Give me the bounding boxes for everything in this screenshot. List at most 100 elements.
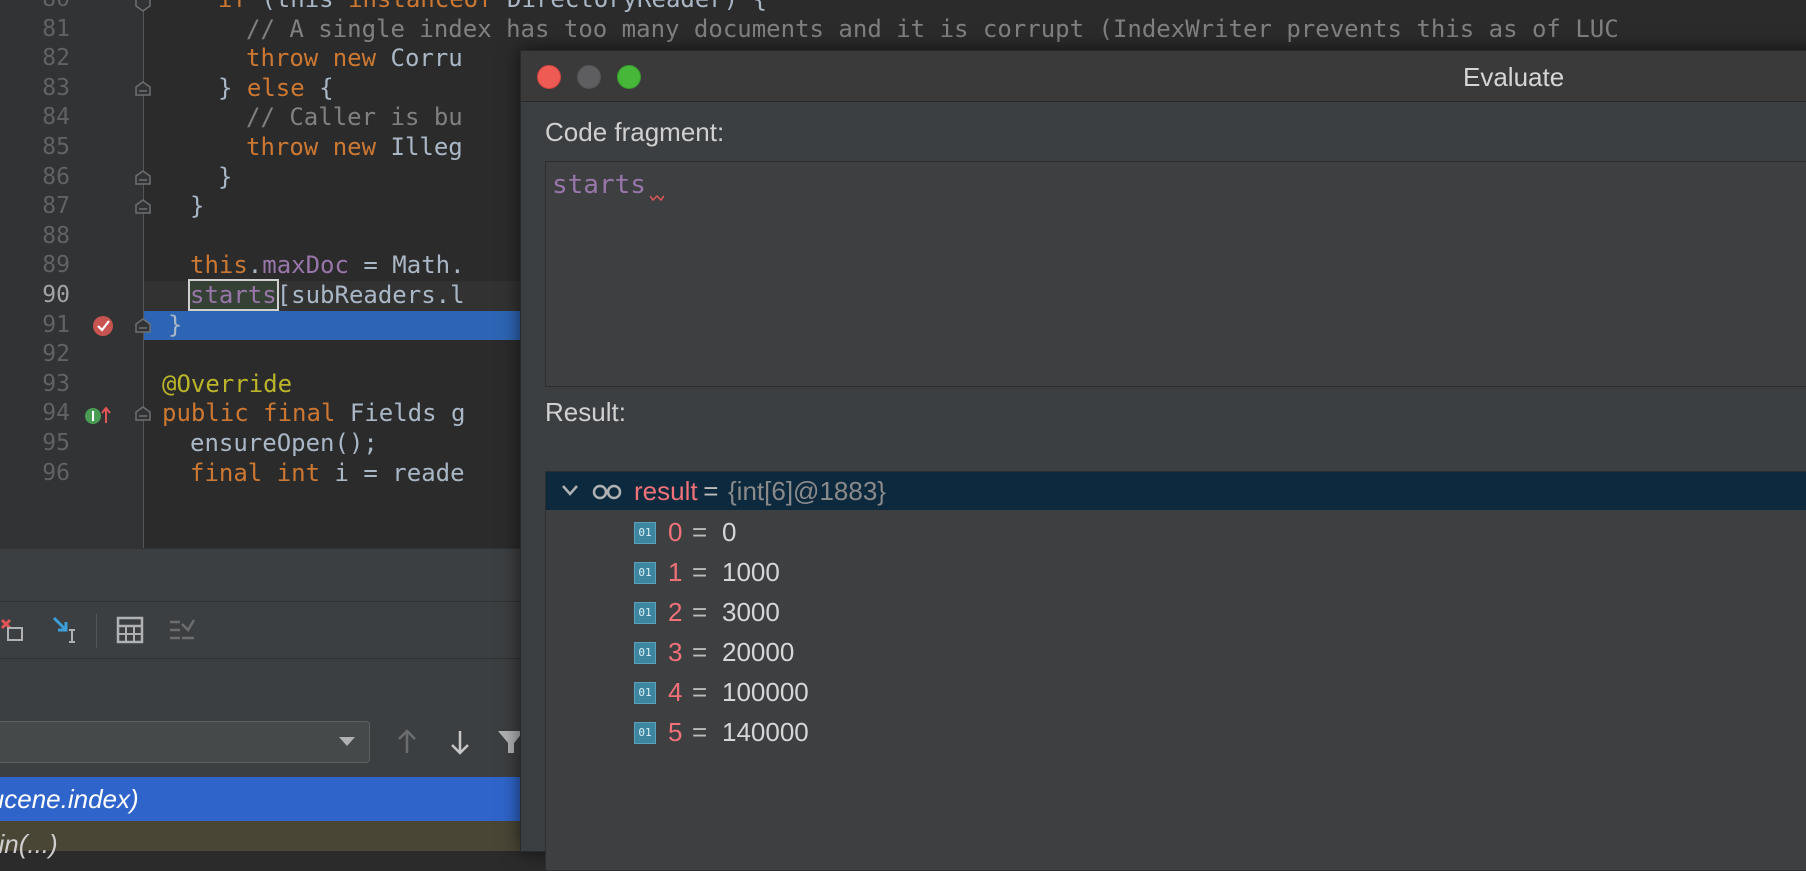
result-type: {int[6]@1883} — [728, 476, 886, 506]
fold-marker-icon[interactable] — [134, 406, 152, 422]
primitive-value-icon: 01 — [634, 562, 656, 584]
frame-item-selected[interactable]: lucene.index) — [0, 777, 520, 821]
frame-item[interactable]: ain(...) — [0, 821, 520, 859]
code-text: } else { — [218, 74, 334, 104]
code-token: instanceof — [348, 0, 507, 13]
code-fragment-input[interactable]: starts — [545, 161, 1806, 387]
code-token: @Override — [162, 369, 293, 398]
frame-label: lucene.index) — [0, 784, 139, 814]
item-value: 140000 — [722, 717, 809, 747]
breakpoint-icon[interactable] — [92, 315, 114, 342]
fold-marker-icon[interactable] — [134, 169, 152, 186]
code-token: [subReaders.l — [276, 281, 465, 309]
code-fragment-label: Code fragment: — [545, 117, 725, 147]
code-fragment-text: starts — [552, 170, 646, 200]
line-number: 89 — [42, 252, 70, 279]
primitive-value-icon: 01 — [634, 522, 656, 544]
line-number: 95 — [42, 430, 70, 456]
code-token: } — [168, 310, 183, 339]
code-token: if — [218, 0, 261, 13]
line-number: 85 — [42, 134, 70, 160]
line-number: 81 — [42, 15, 70, 42]
code-token: throw new — [246, 133, 391, 161]
close-button[interactable] — [537, 65, 561, 89]
evaluate-dialog: Evaluate Code fragment: starts Result: r… — [520, 50, 1806, 871]
evaluate-expression-icon[interactable] — [114, 614, 146, 646]
item-index: 2 — [668, 597, 683, 627]
primitive-value-icon: 01 — [634, 602, 656, 624]
toolbar-separator — [96, 614, 97, 648]
code-token: Illeg — [390, 133, 463, 161]
watch-glasses-icon — [592, 484, 622, 500]
item-index: 3 — [668, 637, 683, 667]
code-text: this.maxDoc = Math. — [190, 251, 465, 281]
item-value: 20000 — [722, 637, 795, 667]
primitive-value-icon: 01 — [634, 682, 656, 704]
code-token: this — [190, 251, 248, 280]
code-token: public final — [162, 399, 350, 428]
code-line[interactable]: 81 // A single index has too many documen… — [0, 15, 1806, 45]
result-item[interactable]: 01 0 = 0 — [546, 512, 1806, 552]
primitive-value-icon: 01 — [634, 722, 656, 744]
line-number: 92 — [42, 341, 70, 368]
restore-layout-icon[interactable] — [0, 614, 32, 646]
arrow-up-icon[interactable] — [392, 727, 422, 757]
code-token: = Math. — [348, 251, 465, 280]
code-token: { — [319, 73, 334, 102]
fold-marker-icon[interactable] — [134, 199, 152, 215]
warning-squiggle-icon — [650, 194, 664, 202]
line-number: 84 — [42, 104, 70, 131]
thread-selector[interactable] — [0, 721, 370, 763]
fold-marker-icon[interactable] — [134, 0, 152, 12]
item-value: 100000 — [722, 677, 809, 707]
result-label: Result: — [545, 397, 626, 427]
result-item[interactable]: 01 4 = 100000 — [546, 672, 1806, 712]
minimize-button[interactable] — [577, 65, 601, 89]
fold-marker-icon[interactable] — [134, 80, 152, 97]
line-number: 88 — [42, 222, 70, 249]
code-token: // A single index has too many documents… — [246, 14, 1619, 43]
dialog-title: Evaluate — [1463, 62, 1565, 92]
code-text: ensureOpen(); — [190, 429, 378, 459]
implements-method-icon[interactable] — [84, 405, 114, 430]
code-text: } — [190, 192, 204, 222]
line-number: 96 — [42, 459, 70, 486]
frame-label: ain(...) — [0, 829, 58, 859]
result-tree[interactable]: result = {int[6]@1883} 01 0 = 0 01 1 = 1000 01 2 =… — [545, 471, 1806, 871]
arrow-down-icon[interactable] — [445, 727, 475, 757]
line-number: 87 — [42, 193, 70, 220]
code-token: else — [246, 73, 320, 102]
line-number: 90 — [42, 282, 70, 308]
fold-marker-icon[interactable] — [134, 317, 152, 334]
run-to-cursor-icon[interactable] — [50, 614, 82, 646]
result-item[interactable]: 01 1 = 1000 — [546, 552, 1806, 592]
code-token: . — [247, 251, 263, 280]
item-index: 1 — [668, 557, 683, 587]
primitive-value-icon: 01 — [634, 642, 656, 664]
code-text: starts[subReaders.l — [188, 279, 465, 311]
code-token: } — [218, 73, 247, 102]
trace-stream-icon[interactable] — [166, 614, 198, 646]
item-value: 3000 — [722, 597, 780, 627]
code-token: i = reade — [334, 458, 465, 487]
line-number: 83 — [42, 74, 70, 101]
code-text: public final Fields g — [162, 399, 465, 429]
item-equals: = — [692, 557, 708, 587]
code-line[interactable]: 80 if (this instanceof DirectoryReader) { — [0, 0, 1806, 15]
item-equals: = — [692, 517, 708, 547]
result-item[interactable]: 01 5 = 140000 — [546, 712, 1806, 752]
item-index: 0 — [668, 517, 683, 547]
result-item[interactable]: 01 2 = 3000 — [546, 592, 1806, 632]
code-text: // A single index has too many documents… — [246, 15, 1619, 45]
code-token: } — [218, 162, 233, 191]
result-root-row[interactable]: result = {int[6]@1883} — [546, 472, 1806, 510]
code-token: throw new — [246, 44, 391, 73]
zoom-button[interactable] — [617, 65, 641, 89]
line-number: 86 — [42, 163, 70, 190]
chevron-down-icon — [339, 737, 355, 746]
chevron-down-icon[interactable] — [560, 480, 580, 500]
item-equals: = — [692, 717, 708, 747]
item-value: 1000 — [722, 557, 780, 587]
code-token: Fields g — [349, 399, 466, 428]
result-item[interactable]: 01 3 = 20000 — [546, 632, 1806, 672]
